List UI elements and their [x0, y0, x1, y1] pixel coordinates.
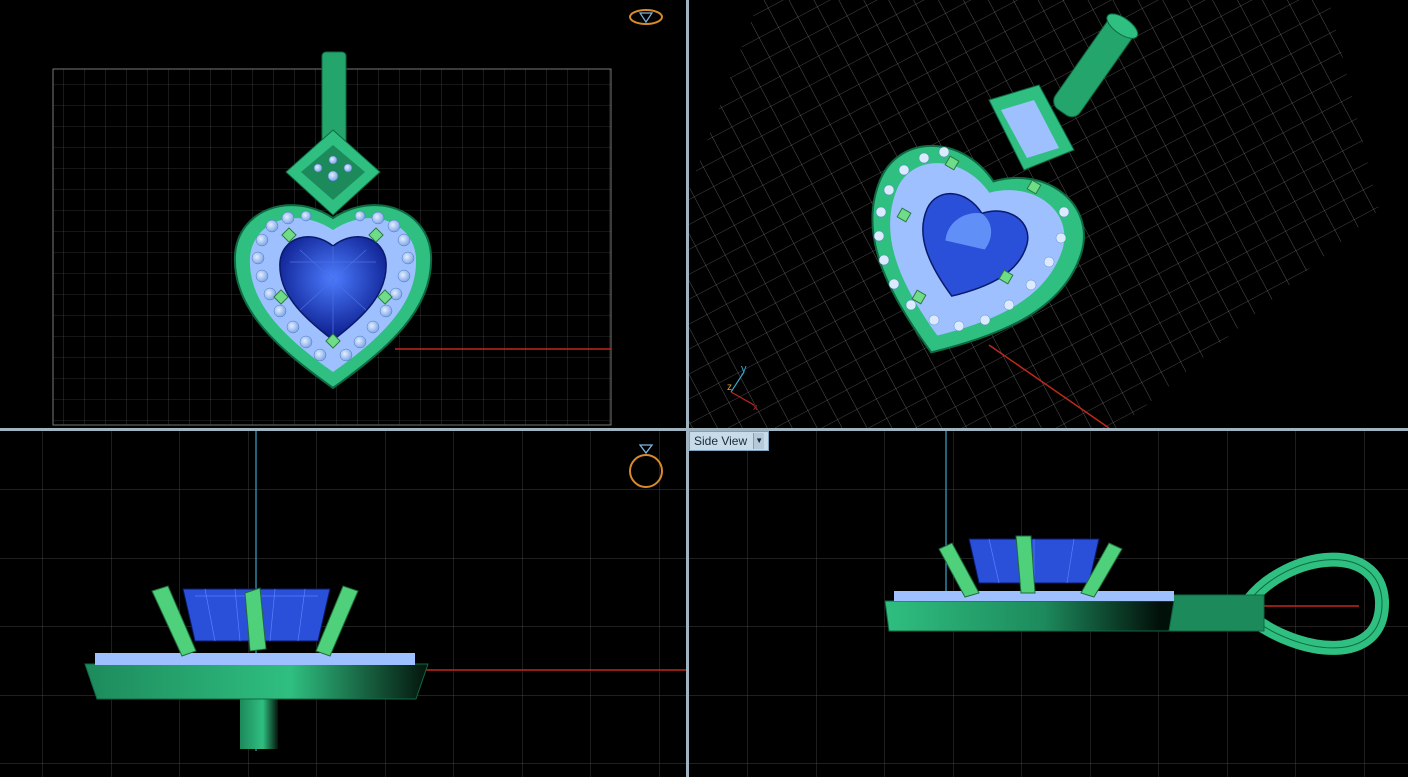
front-view-canvas: [0, 431, 686, 777]
top-view-canvas: [52, 51, 612, 426]
viewport-top[interactable]: [0, 0, 686, 428]
base-plate: [884, 600, 1175, 632]
ring-icon[interactable]: [626, 441, 666, 491]
bail-stem: [240, 691, 278, 749]
viewport-side[interactable]: Side View ▼: [689, 431, 1408, 777]
pave-row: [95, 653, 415, 665]
axis-label-z: z: [727, 382, 732, 393]
viewport-splitter-horizontal[interactable]: [0, 428, 1408, 431]
bail-connector: [1168, 594, 1265, 632]
viewport-front[interactable]: [0, 431, 686, 777]
view-dropdown-label: Side View: [694, 434, 748, 448]
view-dropdown[interactable]: Side View ▼: [689, 431, 770, 451]
axis-label-x: x: [753, 402, 758, 412]
axis-label-y: y: [741, 363, 747, 375]
chevron-down-icon[interactable]: ▼: [753, 433, 765, 449]
base-plate: [84, 663, 429, 700]
side-view-canvas: [689, 431, 1408, 777]
viewport-splitter-vertical[interactable]: [686, 0, 689, 777]
viewport-perspective[interactable]: y z x: [689, 0, 1408, 428]
diamond-ring-icon[interactable]: [628, 7, 664, 27]
perspective-view-canvas: y z x: [689, 0, 1379, 428]
